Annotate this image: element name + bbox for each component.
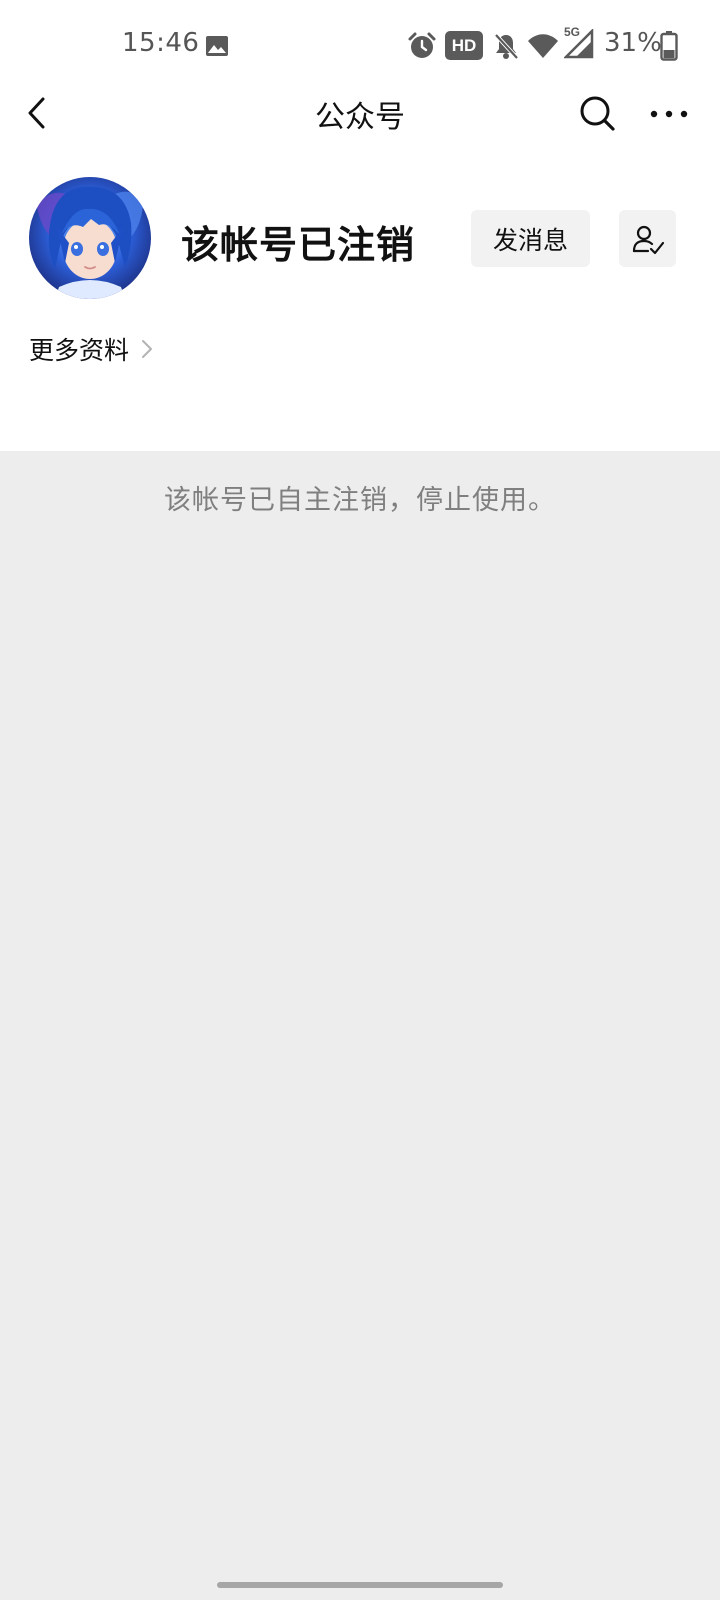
avatar[interactable] [29,177,151,299]
signal-icon: 5G [564,25,594,59]
more-info-link[interactable]: 更多资料 [29,331,153,367]
followed-user-icon [632,225,664,254]
image-icon [206,36,228,56]
send-message-label: 发消息 [492,225,568,255]
network-label: 5G [564,25,581,39]
home-indicator[interactable] [217,1582,503,1588]
hd-icon: HD [445,31,483,60]
mute-icon [494,33,519,60]
search-icon[interactable] [578,94,618,134]
status-time: 15:46 [122,28,200,58]
status-bar: 15:46 HD 5G 31% [0,0,720,90]
account-deactivated-notice: 该帐号已自主注销，停止使用。 [164,485,556,516]
send-message-button[interactable]: 发消息 [471,210,590,267]
more-info-label: 更多资料 [29,336,130,365]
followed-button[interactable] [619,210,676,267]
wifi-icon [528,34,558,58]
battery-percent: 31% [604,28,662,58]
battery-icon [660,31,678,61]
avatar-illustration [29,177,151,299]
hd-label: HD [451,35,477,55]
alarm-icon [408,32,436,58]
account-name: 该帐号已注销 [181,223,416,267]
more-icon[interactable] [649,104,689,124]
chevron-right-icon [142,340,153,358]
